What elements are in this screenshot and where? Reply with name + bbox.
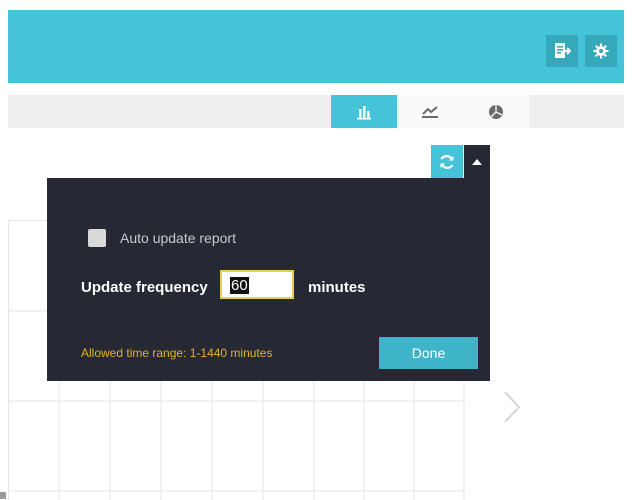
caret-up-icon (472, 158, 482, 165)
settings-button[interactable] (585, 35, 617, 67)
tab-bar-chart[interactable] (331, 95, 397, 128)
frequency-unit-label: minutes (308, 279, 366, 296)
corner-marker (0, 492, 6, 499)
done-button[interactable]: Done (379, 337, 478, 369)
refresh-button[interactable] (431, 145, 463, 178)
pie-chart-icon (489, 104, 503, 119)
bar-chart-icon (357, 105, 371, 119)
update-frequency-label: Update frequency (81, 279, 208, 296)
auto-update-label: Auto update report (120, 230, 236, 246)
tab-line-chart[interactable] (397, 95, 463, 128)
app-header (8, 10, 624, 83)
line-chart-icon (422, 105, 438, 118)
update-frequency-input[interactable] (220, 270, 294, 299)
export-report-button[interactable] (546, 35, 578, 67)
auto-update-checkbox[interactable] (88, 229, 106, 247)
auto-update-popup: Auto update report Update frequency 60 m… (47, 178, 490, 381)
chevron-right-icon[interactable] (503, 390, 521, 424)
auto-update-dropdown-toggle[interactable] (464, 145, 490, 178)
chart-type-bar (8, 95, 624, 128)
refresh-icon (440, 154, 454, 169)
tab-pie-chart[interactable] (463, 95, 529, 128)
gear-icon (593, 43, 609, 59)
allowed-range-note: Allowed time range: 1-1440 minutes (81, 346, 273, 360)
export-report-icon (555, 43, 571, 58)
auto-update-option[interactable]: Auto update report (88, 229, 236, 247)
